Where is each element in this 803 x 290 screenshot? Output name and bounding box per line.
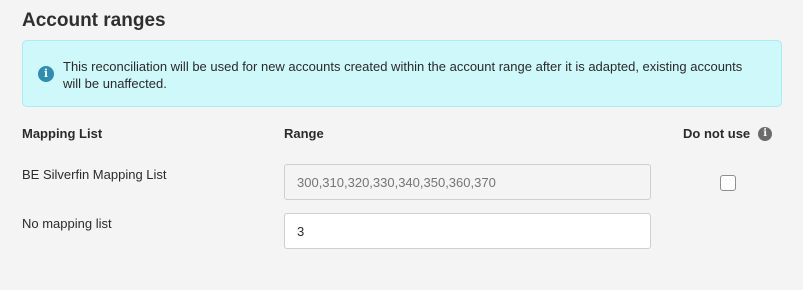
column-header-range: Range <box>284 126 324 141</box>
column-header-do-not-use: Do not use i <box>683 126 773 141</box>
column-header-mapping-list: Mapping List <box>22 126 103 141</box>
range-input-no-mapping-list[interactable] <box>284 213 651 249</box>
info-icon: i <box>38 66 54 82</box>
do-not-use-checkbox[interactable] <box>720 175 736 191</box>
row-label-be-silverfin: BE Silverfin Mapping List <box>22 167 167 182</box>
info-icon[interactable]: i <box>758 126 773 141</box>
range-input-be-silverfin[interactable] <box>284 164 651 200</box>
info-banner: i This reconciliation will be used for n… <box>22 40 782 107</box>
row-label-no-mapping-list: No mapping list <box>22 216 112 231</box>
section-title: Account ranges <box>22 10 166 31</box>
column-header-do-not-use-label: Do not use <box>683 126 751 141</box>
info-text: This reconciliation will be used for new… <box>63 59 743 91</box>
account-ranges-panel: Account ranges i This reconciliation wil… <box>0 0 803 290</box>
